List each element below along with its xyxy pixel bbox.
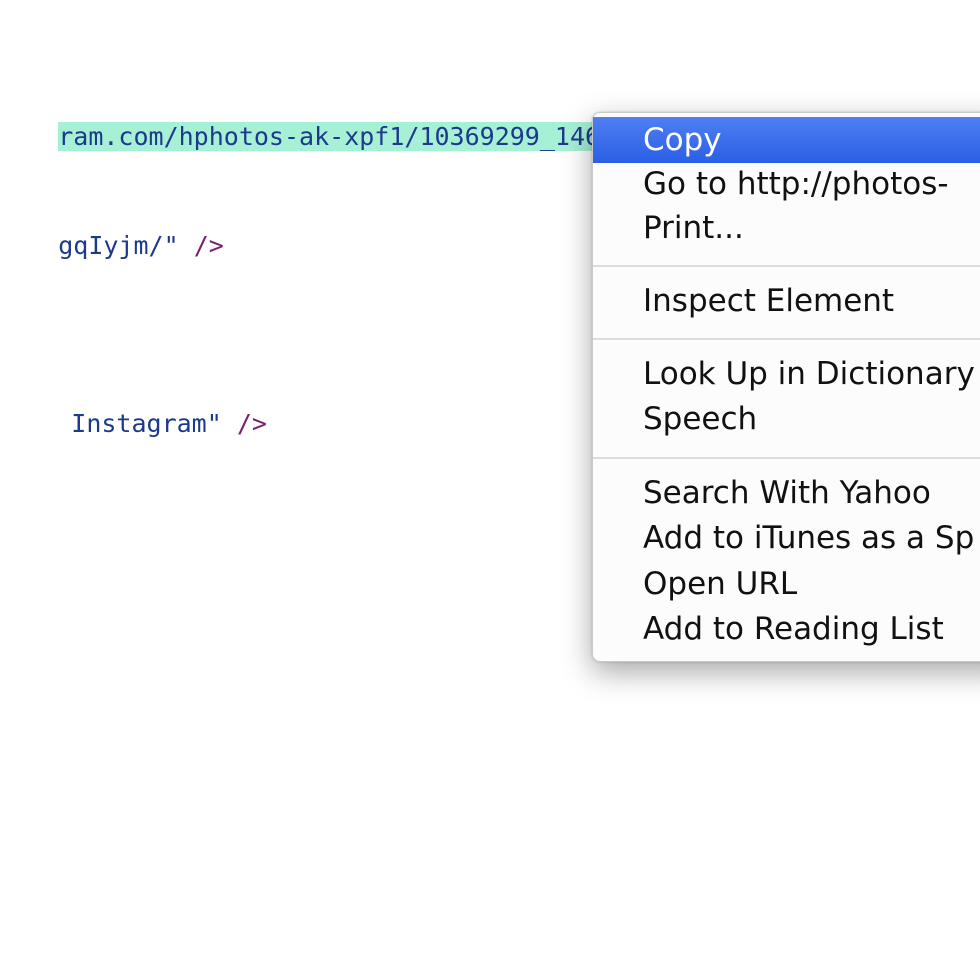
menu-item-label: Search With Yahoo <box>643 475 931 511</box>
tag-close: /> <box>178 231 224 260</box>
menu-item-print[interactable]: Print... <box>593 205 980 251</box>
menu-separator <box>593 265 980 267</box>
menu-item-label: Speech <box>643 401 758 437</box>
menu-item-add-to-reading-list[interactable]: Add to Reading List <box>593 606 980 652</box>
attribute-value: Instagram" <box>56 409 222 438</box>
menu-item-label: Copy <box>643 122 722 158</box>
code-line-og-url: gqIyjm/" /> <box>0 195 224 297</box>
menu-item-add-to-itunes[interactable]: Add to iTunes as a Sp <box>593 515 980 561</box>
menu-item-label: Go to http://photos- <box>643 166 949 202</box>
menu-item-search-with-yahoo[interactable]: Search With Yahoo <box>593 470 980 516</box>
menu-item-label: Add to Reading List <box>643 611 944 647</box>
context-menu: Copy Go to http://photos- Print... Inspe… <box>592 112 980 662</box>
menu-item-inspect-element[interactable]: Inspect Element <box>593 278 980 324</box>
attribute-value: gqIyjm/" <box>58 231 179 260</box>
menu-item-label: Print... <box>643 210 744 246</box>
menu-item-open-url[interactable]: Open URL <box>593 561 980 607</box>
menu-item-look-up-dictionary[interactable]: Look Up in Dictionary <box>593 351 980 397</box>
menu-item-speech[interactable]: Speech <box>593 396 980 442</box>
menu-separator <box>593 457 980 459</box>
menu-item-label: Add to iTunes as a Sp <box>643 520 975 556</box>
code-line-site-name: Instagram" /> <box>0 373 267 475</box>
menu-item-copy[interactable]: Copy <box>593 117 980 163</box>
menu-item-label: Look Up in Dictionary <box>643 356 975 392</box>
menu-item-go-to-url[interactable]: Go to http://photos- <box>593 161 980 207</box>
menu-separator <box>593 338 980 340</box>
tag-close: /> <box>221 409 267 438</box>
menu-item-label: Inspect Element <box>643 283 895 319</box>
menu-item-label: Open URL <box>643 566 798 602</box>
source-view: ram.com/hphotos-ak-xpf1/10369299_1468517… <box>0 0 980 980</box>
